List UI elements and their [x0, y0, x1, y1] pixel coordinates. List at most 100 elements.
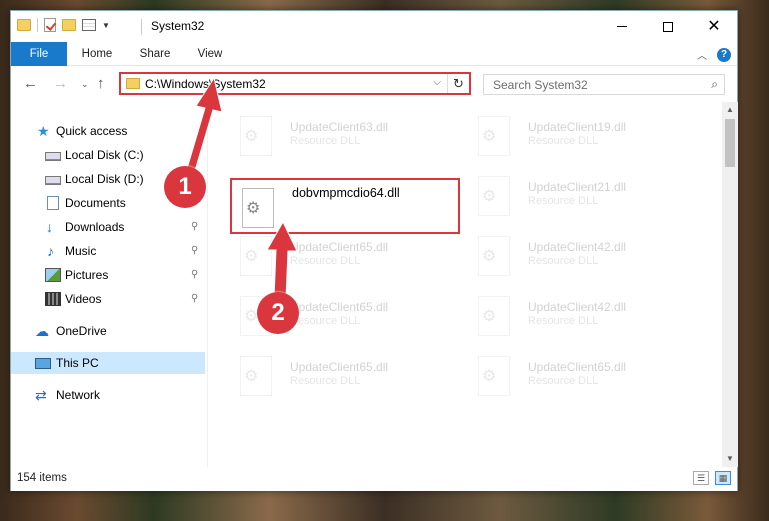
search-box[interactable]: Search System32 ⌕: [483, 74, 725, 95]
nav-item-local-disk-c[interactable]: Local Disk (C:): [11, 144, 205, 166]
search-placeholder[interactable]: Search System32: [493, 78, 588, 92]
nav-item-quick-access[interactable]: ★ Quick access: [11, 120, 205, 142]
scroll-up-icon[interactable]: ▲: [722, 102, 738, 118]
computer-icon: [35, 358, 51, 369]
refresh-icon[interactable]: ↻: [447, 74, 469, 93]
chevron-up-icon[interactable]: ︿: [697, 47, 707, 62]
properties-check-icon[interactable]: [44, 18, 56, 32]
ribbon-tabs: File Home Share View ︿ ?: [11, 42, 737, 66]
nav-item-music[interactable]: ♪ Music ⚲: [11, 240, 205, 262]
minimize-icon: [617, 26, 627, 27]
help-icon[interactable]: ?: [717, 47, 731, 62]
nav-item-downloads[interactable]: ↓ Downloads ⚲: [11, 216, 205, 238]
details-view-icon[interactable]: ☰: [693, 471, 709, 485]
file-item[interactable]: ⚙ UpdateClient19.dll Resource DLL: [468, 108, 698, 164]
file-item[interactable]: ⚙ UpdateClient42.dll Resource DLL: [468, 228, 698, 284]
nav-item-videos[interactable]: Videos ⚲: [11, 288, 205, 310]
file-name: UpdateClient21.dll: [528, 180, 627, 194]
drive-icon: [45, 152, 61, 161]
file-type: Resource DLL: [290, 315, 361, 327]
tab-share[interactable]: Share: [135, 42, 175, 66]
gear-icon: ⚙: [244, 248, 259, 265]
tab-view[interactable]: View: [193, 42, 227, 66]
file-type: Resource DLL: [528, 255, 599, 267]
file-item[interactable]: ⚙ UpdateClient65.dll Resource DLL: [230, 228, 460, 284]
up-arrow-icon[interactable]: ↑: [97, 75, 105, 92]
file-item[interactable]: ⚙ UpdateClient65.dll Resource DLL: [468, 348, 698, 404]
nav-item-onedrive[interactable]: ☁ OneDrive: [11, 320, 205, 342]
quick-access-toolbar: ▼: [17, 18, 110, 32]
window-title: System32: [151, 19, 205, 33]
pin-icon[interactable]: ⚲: [191, 293, 198, 304]
music-note-icon: ♪: [47, 243, 54, 259]
gear-icon: ⚙: [482, 128, 497, 145]
customize-toolbar-dropdown-icon[interactable]: ▼: [102, 21, 110, 30]
nav-label: Network: [56, 388, 101, 402]
file-name: UpdateClient42.dll: [528, 300, 627, 314]
minimize-button[interactable]: [599, 11, 645, 42]
nav-label: Quick access: [56, 124, 128, 138]
address-path[interactable]: C:\Windows\System32: [145, 77, 266, 91]
file-name: UpdateClient65.dll: [290, 360, 389, 374]
close-button[interactable]: ✕: [691, 11, 737, 42]
file-type: Resource DLL: [528, 195, 599, 207]
recent-locations-chevron-icon[interactable]: ⌄: [81, 79, 89, 90]
address-dropdown-icon[interactable]: ⌵: [433, 77, 441, 88]
film-icon: [45, 292, 61, 306]
pin-icon[interactable]: ⚲: [191, 221, 198, 232]
nav-label: Documents: [65, 196, 126, 210]
scroll-down-icon[interactable]: ▼: [722, 451, 738, 467]
file-name: UpdateClient42.dll: [528, 240, 627, 254]
file-item[interactable]: ⚙ UpdateClient63.dll Resource DLL: [230, 108, 460, 164]
title-divider: [141, 19, 142, 35]
drive-icon: [45, 176, 61, 185]
back-arrow-icon[interactable]: ←: [23, 75, 38, 92]
forward-arrow-icon[interactable]: →: [53, 75, 68, 92]
file-name: UpdateClient65.dll: [290, 300, 389, 314]
file-name: UpdateClient65.dll: [290, 240, 389, 254]
file-explorer-window: ▼ System32 ✕ File Home Share View ︿ ? ← …: [10, 10, 738, 491]
ribbon-right-controls: ︿ ?: [697, 47, 731, 62]
search-icon[interactable]: ⌕: [711, 77, 718, 92]
status-bar: 154 items ☰ ▦: [11, 467, 737, 491]
tab-home[interactable]: Home: [79, 42, 115, 66]
scrollbar-thumb[interactable]: [725, 119, 735, 167]
file-type: Resource DLL: [290, 255, 361, 267]
star-icon: ★: [37, 123, 50, 139]
properties-icon[interactable]: [82, 19, 96, 31]
toolbar-divider: [37, 18, 38, 32]
cloud-icon: ☁: [35, 323, 49, 339]
nav-label: OneDrive: [56, 324, 107, 338]
step-1-badge: 1: [164, 166, 206, 208]
nav-item-pictures[interactable]: Pictures ⚲: [11, 264, 205, 286]
pin-icon[interactable]: ⚲: [191, 269, 198, 280]
nav-item-this-pc[interactable]: This PC: [11, 352, 205, 374]
file-type: Resource DLL: [528, 135, 599, 147]
new-folder-icon[interactable]: [62, 19, 76, 31]
file-name: dobvmpmcdio64.dll: [292, 186, 400, 200]
file-type: Resource DLL: [290, 375, 361, 387]
nav-label: This PC: [56, 356, 99, 370]
gear-icon: ⚙: [482, 188, 497, 205]
network-icon: ⇄: [35, 387, 47, 403]
documents-icon: [47, 196, 59, 210]
nav-label: Pictures: [65, 268, 109, 282]
vertical-scrollbar[interactable]: ▲ ▼: [722, 102, 738, 467]
item-count: 154 items: [17, 472, 67, 484]
tab-file[interactable]: File: [11, 42, 67, 66]
file-item[interactable]: ⚙ UpdateClient42.dll Resource DLL: [468, 288, 698, 344]
gear-icon: ⚙: [482, 248, 497, 265]
gear-icon: ⚙: [246, 200, 261, 217]
nav-label: Videos: [65, 292, 102, 306]
pin-icon[interactable]: ⚲: [191, 245, 198, 256]
gear-icon: ⚙: [482, 368, 497, 385]
pictures-icon: [45, 268, 61, 282]
file-item[interactable]: ⚙ UpdateClient65.dll Resource DLL: [230, 348, 460, 404]
file-item-highlighted[interactable]: ⚙ dobvmpmcdio64.dll: [230, 178, 460, 234]
nav-label: Local Disk (C:): [65, 148, 144, 162]
address-bar[interactable]: C:\Windows\System32 ⌵ ↻: [119, 72, 471, 95]
maximize-button[interactable]: [645, 11, 691, 42]
file-item[interactable]: ⚙ UpdateClient21.dll Resource DLL: [468, 168, 698, 224]
tiles-view-icon[interactable]: ▦: [715, 471, 731, 485]
nav-item-network[interactable]: ⇄ Network: [11, 384, 205, 406]
